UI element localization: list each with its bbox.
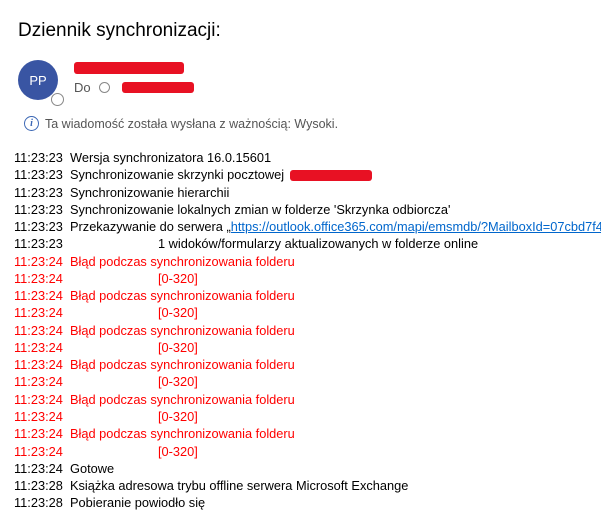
log-line: 11:23:23Przekazywanie do serwera „https:… xyxy=(14,218,583,235)
log-error-line: 11:23:24[0-320] xyxy=(14,443,583,460)
log-error-line: 11:23:24[0-320] xyxy=(14,304,583,321)
log-line: 11:23:24Gotowe xyxy=(14,460,583,477)
log-error-line: 11:23:24Błąd podczas synchronizowania fo… xyxy=(14,356,583,373)
sender-name-redacted xyxy=(74,62,184,74)
importance-text: Ta wiadomość została wysłana z ważnością… xyxy=(45,117,338,131)
log-line: 11:23:23Wersja synchronizatora 16.0.1560… xyxy=(14,149,583,166)
importance-notice: i Ta wiadomość została wysłana z ważnośc… xyxy=(24,116,583,131)
log-error-line: 11:23:24Błąd podczas synchronizowania fo… xyxy=(14,253,583,270)
recipient-status-icon xyxy=(99,82,110,93)
log-error-line: 11:23:24[0-320] xyxy=(14,339,583,356)
log-line: 11:23:23Synchronizowanie skrzynki poczto… xyxy=(14,166,583,183)
log-error-line: 11:23:24Błąd podczas synchronizowania fo… xyxy=(14,391,583,408)
server-url-link[interactable]: https://outlook.office365.com/mapi/emsmd… xyxy=(231,219,601,234)
log-error-line: 11:23:24Błąd podczas synchronizowania fo… xyxy=(14,425,583,442)
log-error-line: 11:23:24[0-320] xyxy=(14,270,583,287)
sync-log: 11:23:23Wersja synchronizatora 16.0.1560… xyxy=(14,149,583,512)
log-error-line: 11:23:24[0-320] xyxy=(14,373,583,390)
info-icon: i xyxy=(24,116,39,131)
log-line: 11:23:231 widoków/formularzy aktualizowa… xyxy=(14,235,583,252)
log-error-line: 11:23:24[0-320] xyxy=(14,408,583,425)
to-label: Do xyxy=(74,80,91,95)
mailbox-name-redacted xyxy=(290,170,372,181)
avatar-wrap: PP xyxy=(18,60,62,104)
message-header: PP Do xyxy=(18,60,583,104)
log-error-line: 11:23:24Błąd podczas synchronizowania fo… xyxy=(14,287,583,304)
page-title: Dziennik synchronizacji: xyxy=(18,20,583,42)
log-error-line: 11:23:24Błąd podczas synchronizowania fo… xyxy=(14,322,583,339)
log-line: 11:23:23Synchronizowanie lokalnych zmian… xyxy=(14,201,583,218)
to-row: Do xyxy=(74,80,194,95)
recipient-name-redacted xyxy=(122,82,194,93)
log-line: 11:23:23Synchronizowanie hierarchii xyxy=(14,184,583,201)
log-line: 11:23:28Książka adresowa trybu offline s… xyxy=(14,477,583,494)
presence-status-icon xyxy=(51,93,64,106)
